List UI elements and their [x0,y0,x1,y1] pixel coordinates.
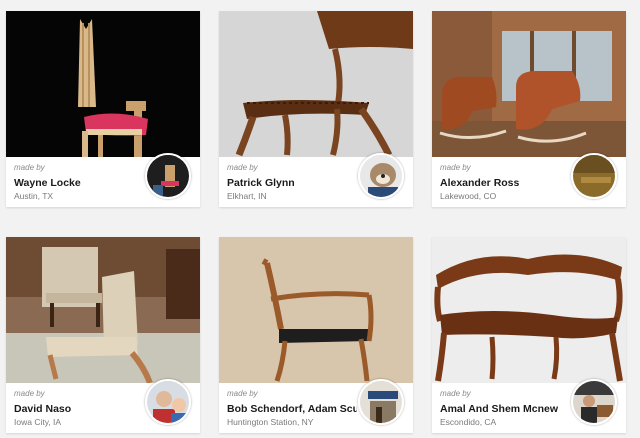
chair-photo[interactable] [219,11,413,157]
made-by-label: made by [440,389,471,398]
avatar-image [573,155,615,197]
avatar-image [360,381,402,423]
made-by-label: made by [227,163,258,172]
maker-name[interactable]: Wayne Locke [14,177,144,189]
maker-location: Elkhart, IN [227,191,267,201]
avatar-image [147,381,189,423]
maker-name[interactable]: Alexander Ross [440,177,570,189]
maker-avatar[interactable] [571,153,617,199]
lounge-chairs-image [432,11,626,157]
chair-photo[interactable] [219,237,413,383]
maker-name[interactable]: Patrick Glynn [227,177,357,189]
maker-name[interactable]: Amal And Shem Mcnew [440,403,570,415]
maker-avatar[interactable] [571,379,617,425]
klismos-chair-image [219,11,413,157]
maker-location: Escondido, CA [440,417,497,427]
avatar-image [147,155,189,197]
bench-settee-image [432,237,626,383]
maker-avatar[interactable] [145,379,191,425]
maker-avatar[interactable] [358,379,404,425]
made-by-label: made by [440,163,471,172]
product-card[interactable]: made by David Naso Iowa City, IA [6,237,200,433]
product-card[interactable]: made by Wayne Locke Austin, TX [6,11,200,207]
maker-name[interactable]: Bob Schendorf, Adam Scud... [227,403,357,415]
maker-name[interactable]: David Naso [14,403,144,415]
maker-location: Lakewood, CO [440,191,497,201]
product-card[interactable]: made by Bob Schendorf, Adam Scud... Hunt… [219,237,413,433]
tall-back-chair-image [6,11,200,157]
avatar-image [573,381,615,423]
chair-photo[interactable] [6,237,200,383]
product-card[interactable]: made by Alexander Ross Lakewood, CO [432,11,626,207]
made-by-label: made by [227,389,258,398]
maker-location: Iowa City, IA [14,417,62,427]
product-card[interactable]: made by Patrick Glynn Elkhart, IN [219,11,413,207]
maker-avatar[interactable] [358,153,404,199]
made-by-label: made by [14,389,45,398]
product-card[interactable]: made by Amal And Shem Mcnew Escondido, C… [432,237,626,433]
armchair-image [219,237,413,383]
made-by-label: made by [14,163,45,172]
chair-photo[interactable] [6,11,200,157]
avatar-image [360,155,402,197]
upholstered-chairs-image [6,237,200,383]
chair-photo[interactable] [432,237,626,383]
chair-photo[interactable] [432,11,626,157]
maker-location: Austin, TX [14,191,54,201]
maker-avatar[interactable] [145,153,191,199]
maker-location: Huntington Station, NY [227,417,314,427]
